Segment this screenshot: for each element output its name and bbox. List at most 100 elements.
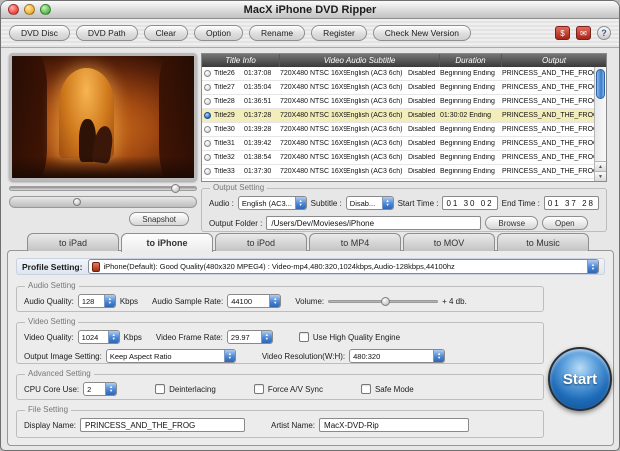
output-folder-input[interactable] [266,216,481,230]
table-row[interactable]: Title2601:37:08720X480 NTSC 16X9English … [202,67,594,81]
volume-knob[interactable] [73,198,81,206]
cell-output: PRINCESS_AND_THE_FROG [502,140,594,147]
scroll-down-icon[interactable]: ▼ [595,171,606,181]
video-setting-fieldset: Video Setting Video Quality: 1024 Kbps V… [16,322,544,364]
seek-knob[interactable] [171,184,180,193]
tab-to-ipod[interactable]: to iPod [215,233,307,251]
advanced-setting-row: CPU Core Use: 2 Deinterlacing Force A/V … [17,375,543,396]
seek-slider[interactable] [9,184,197,193]
zoom-button[interactable] [40,4,51,15]
cell-format: 720X480 NTSC 16X9 [280,98,346,105]
header-video-audio-subtitle: Video Audio Subtitle [280,54,440,67]
row-select-radio[interactable] [204,154,211,161]
row-select-radio[interactable] [204,84,211,91]
volume-setting-slider[interactable] [328,297,438,306]
tab-to-iphone[interactable]: to iPhone [121,233,213,252]
scroll-up-icon[interactable]: ▲ [595,161,606,171]
cpu-core-select[interactable]: 2 [83,382,117,396]
check-new-version-button[interactable]: Check New Version [373,25,471,41]
tab-to-music[interactable]: to Music [497,233,589,251]
scrollbar-thumb[interactable] [596,69,605,99]
video-preview [9,53,197,181]
hq-engine-label: Use High Quality Engine [313,333,400,342]
tab-to-ipad[interactable]: to iPad [27,233,119,251]
cell-format: 720X480 NTSC 16X9 [280,168,346,175]
cpu-core-label: CPU Core Use: [24,385,79,394]
table-row[interactable]: Title3201:38:54720X480 NTSC 16X9English … [202,151,594,165]
window-title: MacX iPhone DVD Ripper [1,4,619,16]
subtitle-select[interactable]: Disab... [346,196,394,210]
option-button[interactable]: Option [194,25,243,41]
audio-sample-rate-select[interactable]: 44100 [227,294,281,308]
audio-quality-select[interactable]: 128 [78,294,116,308]
iphone-device-icon [92,262,100,272]
row-select-radio[interactable] [204,168,211,175]
dvd-disc-button[interactable]: DVD Disc [9,25,70,41]
deinterlacing-checkbox[interactable] [155,384,165,394]
row-select-radio[interactable] [204,140,211,147]
display-name-input[interactable] [80,418,245,432]
row-select-radio[interactable] [204,126,211,133]
header-title-info: Title Info [202,54,280,67]
row-select-radio[interactable] [204,112,211,119]
rename-button[interactable]: Rename [249,25,305,41]
force-av-sync-checkbox[interactable] [254,384,264,394]
cell-time: 01:37:08 [244,70,280,77]
tab-to-mp4[interactable]: to MP4 [309,233,401,251]
app-window: MacX iPhone DVD Ripper DVD Disc DVD Path C… [0,0,620,451]
subtitle-value: Disab... [350,199,380,208]
audio-setting-legend: Audio Setting [25,281,79,290]
cell-format: 720X480 NTSC 16X9 [280,140,346,147]
dvd-path-button[interactable]: DVD Path [76,25,138,41]
help-button[interactable]: ? [597,26,611,40]
row-select-radio[interactable] [204,98,211,105]
row-select-radio[interactable] [204,70,211,77]
table-scrollbar[interactable]: ▲ ▼ [594,67,606,181]
audio-track-value: English (AC3... [242,199,293,208]
cell-audio: English (AC3 6ch) [346,168,408,175]
profile-value: iPhone(Default): Good Quality(480x320 MP… [103,262,585,271]
table-row[interactable]: Title2701:35:04720X480 NTSC 16X9English … [202,81,594,95]
close-button[interactable] [8,4,19,15]
header-duration: Duration [440,54,502,67]
video-frame-rate-select[interactable]: 29.97 [227,330,273,344]
output-setting-legend: Output Setting [210,183,267,192]
open-button[interactable]: Open [542,216,588,230]
table-row[interactable]: Title2901:37:28720X480 NTSC 16X9English … [202,109,594,123]
video-resolution-select[interactable]: 480:320 [349,349,445,363]
clear-button[interactable]: Clear [144,25,188,41]
profile-select[interactable]: iPhone(Default): Good Quality(480x320 MP… [88,259,599,274]
output-image-select[interactable]: Keep Aspect Ratio [106,349,236,363]
video-quality-value: 1024 [82,333,106,342]
table-row[interactable]: Title3301:37:30720X480 NTSC 16X9English … [202,165,594,179]
end-time-field[interactable]: 01 37 28 [544,196,599,210]
minimize-button[interactable] [24,4,35,15]
volume-slider[interactable] [9,196,197,208]
video-quality-select[interactable]: 1024 [78,330,120,344]
popup-arrows-icon [224,350,235,362]
table-row[interactable]: Title3001:39:28720X480 NTSC 16X9English … [202,123,594,137]
artist-name-input[interactable] [319,418,469,432]
start-button[interactable]: Start [548,347,612,411]
browse-button[interactable]: Browse [485,216,538,230]
audio-sample-rate-label: Audio Sample Rate: [152,297,223,306]
audio-label: Audio : [209,199,234,208]
table-row[interactable]: Title2801:36:51720X480 NTSC 16X9English … [202,95,594,109]
seek-track [9,186,197,191]
snapshot-button[interactable]: Snapshot [129,212,189,226]
buy-icon[interactable]: $ [555,26,570,40]
register-button[interactable]: Register [311,25,367,41]
cell-subtitle: Disabled [408,112,440,119]
table-row[interactable]: Title3101:39:42720X480 NTSC 16X9English … [202,137,594,151]
tab-to-mov[interactable]: to MOV [403,233,495,251]
cell-subtitle: Disabled [408,154,440,161]
mail-icon[interactable]: ✉ [576,26,591,40]
cell-output: PRINCESS_AND_THE_FROG [502,168,594,175]
start-time-field[interactable]: 01 30 02 [442,196,497,210]
safe-mode-checkbox[interactable] [361,384,371,394]
volume-setting-knob[interactable] [381,297,390,306]
cpu-core-value: 2 [87,385,103,394]
cell-duration: Beginning Ending [440,98,502,105]
audio-track-select[interactable]: English (AC3... [238,196,307,210]
hq-engine-checkbox[interactable] [299,332,309,342]
